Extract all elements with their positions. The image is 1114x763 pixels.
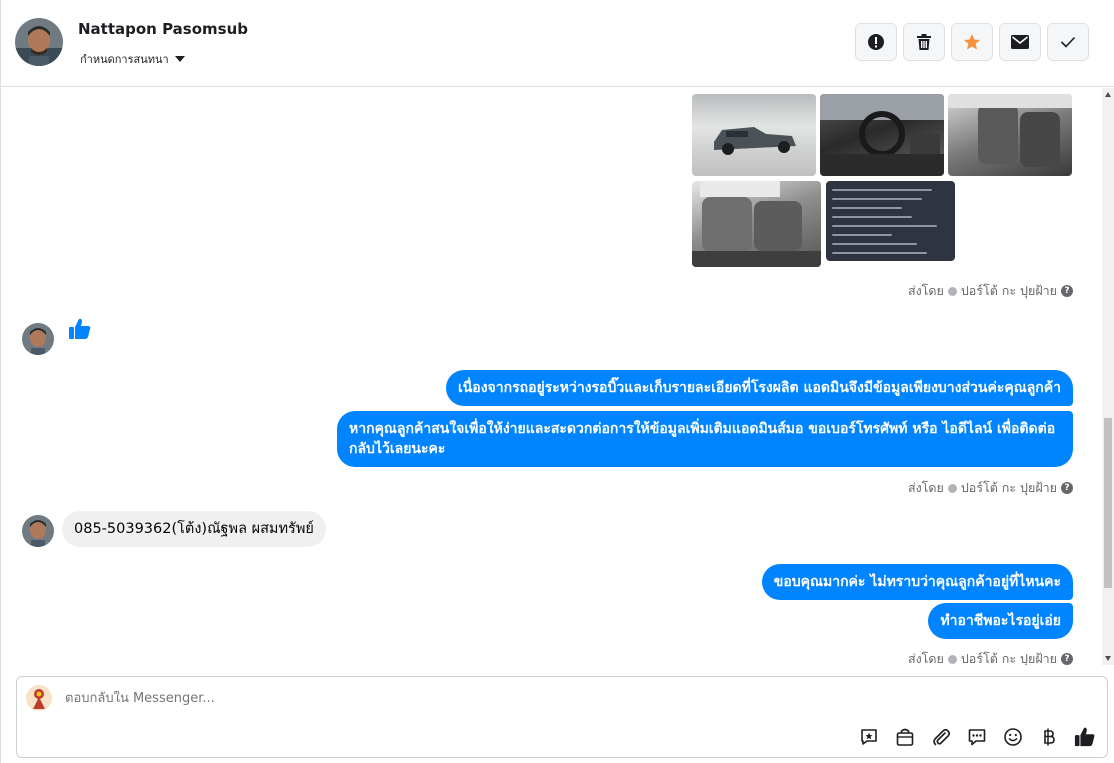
spec-line: [832, 216, 912, 218]
contact-avatar-small[interactable]: [22, 515, 54, 547]
mark-unread-button[interactable]: [999, 23, 1041, 61]
spam-icon: [868, 34, 884, 50]
verified-icon: [947, 483, 957, 493]
message-composer: [16, 676, 1108, 758]
send-like-button[interactable]: [1073, 725, 1097, 749]
baht-icon: [1044, 728, 1055, 746]
contact-avatar[interactable]: [15, 18, 63, 66]
star-icon: [964, 34, 980, 50]
chat-bubble-icon: [968, 729, 986, 746]
spec-line: [832, 198, 922, 200]
emoji-icon: [1004, 728, 1022, 746]
sender-name: ปอร์โต้ กะ ปุยฝ้าย: [960, 283, 1057, 298]
caret-down-icon: [174, 56, 185, 62]
check-icon: [1060, 36, 1076, 48]
outgoing-message[interactable]: ทำอาชีพอะไรอยู่เอ่ย: [928, 603, 1073, 639]
help-icon[interactable]: ?: [1061, 482, 1073, 494]
outgoing-message[interactable]: เนื่องจากรถอยู่ระหว่างรอบิ๊วและเก็บรายละ…: [445, 370, 1073, 406]
thumbs-up-icon: [69, 318, 91, 339]
reply-input[interactable]: [65, 691, 765, 706]
saved-reply-button[interactable]: [857, 725, 881, 749]
spec-line: [832, 252, 927, 254]
conversation-settings-label: กำหนดการสนทนา: [80, 53, 169, 66]
shop-icon: [896, 728, 914, 746]
photo-attachment[interactable]: [948, 94, 1072, 176]
outgoing-message[interactable]: ขอบคุณมากค่ะ ไม่ทราบว่าคุณลูกค้าอยู่ที่ไ…: [761, 564, 1073, 600]
outgoing-message[interactable]: หากคุณลูกค้าสนใจเพื่อให้ง่ายและสะดวกต่อก…: [337, 411, 1073, 467]
verified-icon: [947, 654, 957, 664]
sender-name: ปอร์โต้ กะ ปุยฝ้าย: [960, 651, 1057, 665]
verified-icon: [947, 286, 957, 296]
quick-reply-button[interactable]: [965, 725, 989, 749]
photo-attachment[interactable]: [820, 94, 944, 176]
spec-line: [832, 243, 917, 245]
thread-scrollbar[interactable]: [1102, 88, 1114, 665]
sent-by-label: ส่งโดย: [907, 480, 944, 495]
attachment-icon: [933, 728, 951, 746]
message-thread[interactable]: ส่งโดย ปอร์โต้ กะ ปุยฝ้าย ? เนื่องจากรถอ…: [1, 88, 1114, 665]
spec-sheet-image[interactable]: [826, 181, 955, 261]
mark-done-button[interactable]: [1047, 23, 1089, 61]
mail-icon: [1011, 35, 1029, 49]
header-actions: [855, 23, 1089, 61]
mark-spam-button[interactable]: [855, 23, 897, 61]
sent-by-label: ส่งโดย: [907, 283, 944, 298]
attach-file-button[interactable]: [929, 725, 953, 749]
incoming-message[interactable]: 085-5039362(โต้ง)ณัฐพล ผสมทรัพย์: [62, 511, 326, 547]
sent-by-label: ส่งโดย: [907, 651, 944, 665]
shop-button[interactable]: [893, 725, 917, 749]
star-button[interactable]: [951, 23, 993, 61]
photo-attachment[interactable]: [692, 181, 821, 267]
emoji-button[interactable]: [1001, 725, 1025, 749]
scroll-down-arrow-icon[interactable]: [1105, 656, 1111, 661]
messenger-conversation: Nattapon Pasomsub กำหนดการสนทนา ส่งโดย ป…: [0, 0, 1114, 763]
sender-name: ปอร์โต้ กะ ปุยฝ้าย: [960, 480, 1057, 495]
payment-button[interactable]: [1037, 725, 1061, 749]
like-icon: [1074, 727, 1095, 747]
contact-avatar-small[interactable]: [22, 323, 54, 355]
conversation-header: Nattapon Pasomsub กำหนดการสนทนา: [1, 0, 1114, 87]
help-icon[interactable]: ?: [1061, 285, 1073, 297]
conversation-settings-dropdown[interactable]: กำหนดการสนทนา: [80, 50, 185, 68]
help-icon[interactable]: ?: [1061, 653, 1073, 665]
spec-line: [832, 225, 937, 227]
saved-reply-icon: [861, 729, 877, 745]
delete-button[interactable]: [903, 23, 945, 61]
like-sticker: [68, 317, 92, 345]
photo-attachment[interactable]: [692, 94, 816, 176]
trash-icon: [917, 34, 931, 50]
scroll-up-arrow-icon[interactable]: [1105, 92, 1111, 97]
composer-tools: [857, 725, 1097, 749]
spec-line: [832, 207, 902, 209]
sent-by-info: ส่งโดย ปอร์โต้ กะ ปุยฝ้าย ?: [908, 649, 1073, 665]
spec-line: [832, 189, 932, 191]
sent-by-info: ส่งโดย ปอร์โต้ กะ ปุยฝ้าย ?: [908, 281, 1073, 301]
spec-line: [832, 234, 892, 236]
page-avatar: [26, 685, 52, 711]
scroll-thumb[interactable]: [1104, 418, 1112, 588]
sent-by-info: ส่งโดย ปอร์โต้ กะ ปุยฝ้าย ?: [908, 478, 1073, 498]
contact-name[interactable]: Nattapon Pasomsub: [78, 20, 248, 38]
